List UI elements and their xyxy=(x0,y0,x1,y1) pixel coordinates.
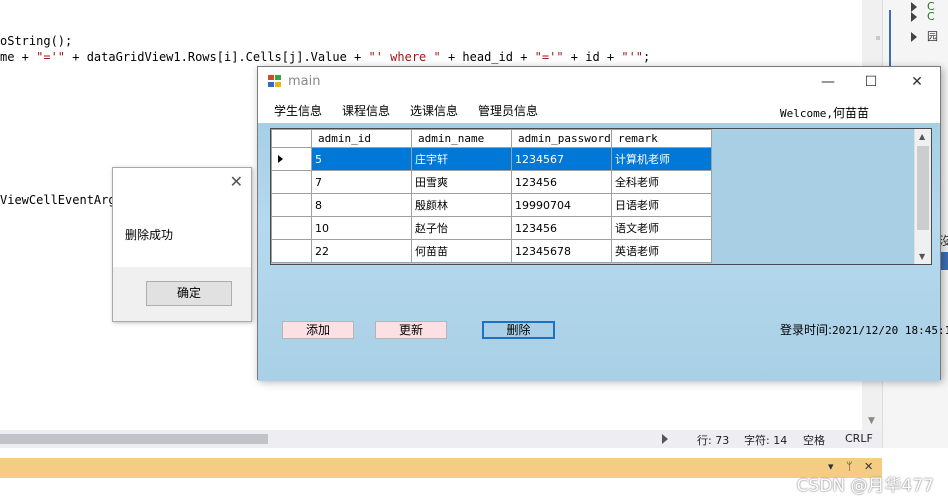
delete-button[interactable]: 删除 xyxy=(482,321,555,339)
scrollbar-thumb[interactable] xyxy=(917,146,929,230)
tree-item[interactable]: 园 xyxy=(911,28,938,44)
cell-admin-id[interactable]: 8 xyxy=(311,193,412,217)
code-line: me + "='" + dataGridView1.Rows[i].Cells[… xyxy=(0,50,651,64)
cell-admin-password[interactable]: 1234567 xyxy=(511,147,612,171)
scroll-right-icon[interactable] xyxy=(662,434,668,444)
scroll-up-icon[interactable]: ▲ xyxy=(919,132,925,141)
cell-admin-password[interactable]: 123456 xyxy=(511,216,612,240)
menu-student-info[interactable]: 学生信息 xyxy=(274,102,322,119)
status-line: 行: 73 xyxy=(697,434,730,447)
message-text: 删除成功 xyxy=(125,228,174,242)
cell-admin-id[interactable]: 10 xyxy=(311,216,412,240)
cell-admin-id[interactable]: 22 xyxy=(311,239,412,263)
column-header[interactable]: admin_password xyxy=(511,129,612,148)
column-header[interactable]: remark xyxy=(611,129,712,148)
expand-icon[interactable] xyxy=(911,12,917,22)
close-button[interactable]: ✕ xyxy=(902,71,932,93)
menu-admin-info[interactable]: 管理员信息 xyxy=(478,102,538,119)
update-button[interactable]: 更新 xyxy=(375,321,447,339)
cell-admin-name[interactable]: 赵子怡 xyxy=(411,216,512,240)
output-panel-header: ▾ ᛘ ✕ xyxy=(0,458,882,478)
login-time: 登录时间:2021/12/20 18:45:1 xyxy=(780,323,948,337)
horizontal-scrollbar-thumb[interactable] xyxy=(0,434,268,444)
grid-vertical-scrollbar[interactable]: ▲ ▼ xyxy=(914,129,931,264)
desktop: oString(); me + "='" + dataGridView1.Row… xyxy=(0,0,948,502)
scroll-marker xyxy=(876,36,880,40)
close-icon[interactable]: ✕ xyxy=(230,172,243,191)
minimize-button[interactable]: — xyxy=(813,71,843,93)
app-icon xyxy=(268,75,282,88)
scroll-down-icon[interactable]: ▼ xyxy=(868,416,875,426)
form-client-area: admin_id admin_name admin_password remar… xyxy=(258,123,948,381)
add-button[interactable]: 添加 xyxy=(282,321,354,339)
row-header[interactable] xyxy=(271,239,312,263)
scroll-down-icon[interactable]: ▼ xyxy=(919,252,925,261)
cell-admin-id[interactable]: 5 xyxy=(311,147,412,171)
cell-admin-password[interactable]: 123456 xyxy=(511,170,612,194)
code-line: oString(); xyxy=(0,34,73,48)
cell-admin-password[interactable]: 12345678 xyxy=(511,239,612,263)
welcome-label: Welcome,何苗苗 xyxy=(780,106,869,120)
status-indent[interactable]: 空格 xyxy=(803,432,825,448)
cell-admin-id[interactable]: 7 xyxy=(311,170,412,194)
row-header[interactable] xyxy=(271,193,312,217)
current-row-icon xyxy=(278,154,283,163)
table-row[interactable]: 10 赵子怡 123456 语文老师 xyxy=(271,216,712,240)
editor-status-bar: 行: 73 字符: 14 空格 CRLF xyxy=(0,430,882,448)
table-row[interactable]: 8 殷颜林 19990704 日语老师 xyxy=(271,193,712,217)
tree-item[interactable]: C xyxy=(911,10,935,23)
separator xyxy=(0,448,948,458)
cell-admin-name[interactable]: 田雪爽 xyxy=(411,170,512,194)
column-header[interactable]: admin_id xyxy=(311,129,412,148)
menu-enrollment-info[interactable]: 选课信息 xyxy=(410,102,458,119)
main-window: main — ☐ ✕ 学生信息 课程信息 选课信息 管理员信息 Welcome,… xyxy=(257,66,948,381)
table-row[interactable]: 5 庄宇轩 1234567 计算机老师 xyxy=(271,147,712,171)
menu-course-info[interactable]: 课程信息 xyxy=(342,102,390,119)
row-header[interactable] xyxy=(271,170,312,194)
cell-admin-name[interactable]: 庄宇轩 xyxy=(411,147,512,171)
status-eol[interactable]: CRLF xyxy=(845,432,873,445)
data-grid[interactable]: admin_id admin_name admin_password remar… xyxy=(270,128,932,265)
cell-remark[interactable]: 语文老师 xyxy=(611,216,712,240)
cell-admin-name[interactable]: 何苗苗 xyxy=(411,239,512,263)
menu-bar: 学生信息 课程信息 选课信息 管理员信息 Welcome,何苗苗 xyxy=(258,97,940,123)
code-line: ViewCellEventArgs xyxy=(0,193,123,207)
cell-remark[interactable]: 计算机老师 xyxy=(611,147,712,171)
cell-admin-password[interactable]: 19990704 xyxy=(511,193,612,217)
column-header[interactable]: admin_name xyxy=(411,129,512,148)
watermark: CSDN @月华477 xyxy=(796,476,934,496)
grid-header-row: admin_id admin_name admin_password remar… xyxy=(271,129,712,148)
message-box: ✕ 删除成功 确定 xyxy=(112,167,252,322)
panel-tab[interactable] xyxy=(941,252,948,270)
cell-admin-name[interactable]: 殷颜林 xyxy=(411,193,512,217)
status-char: 字符: 14 xyxy=(744,434,788,447)
maximize-button[interactable]: ☐ xyxy=(856,71,886,93)
cell-remark[interactable]: 英语老师 xyxy=(611,239,712,263)
expand-icon[interactable] xyxy=(911,32,917,42)
table-row[interactable]: 7 田雪爽 123456 全科老师 xyxy=(271,170,712,194)
table-row[interactable]: 22 何苗苗 12345678 英语老师 xyxy=(271,239,712,263)
cell-remark[interactable]: 日语老师 xyxy=(611,193,712,217)
row-header[interactable] xyxy=(271,147,312,171)
grid-table: admin_id admin_name admin_password remar… xyxy=(271,129,712,263)
ok-button[interactable]: 确定 xyxy=(146,281,232,306)
window-title: main xyxy=(288,74,321,89)
title-bar[interactable]: main — ☐ ✕ xyxy=(258,67,940,97)
row-header[interactable] xyxy=(271,216,312,240)
message-box-footer: 确定 xyxy=(113,267,251,321)
cell-remark[interactable]: 全科老师 xyxy=(611,170,712,194)
row-header-corner xyxy=(271,129,312,148)
